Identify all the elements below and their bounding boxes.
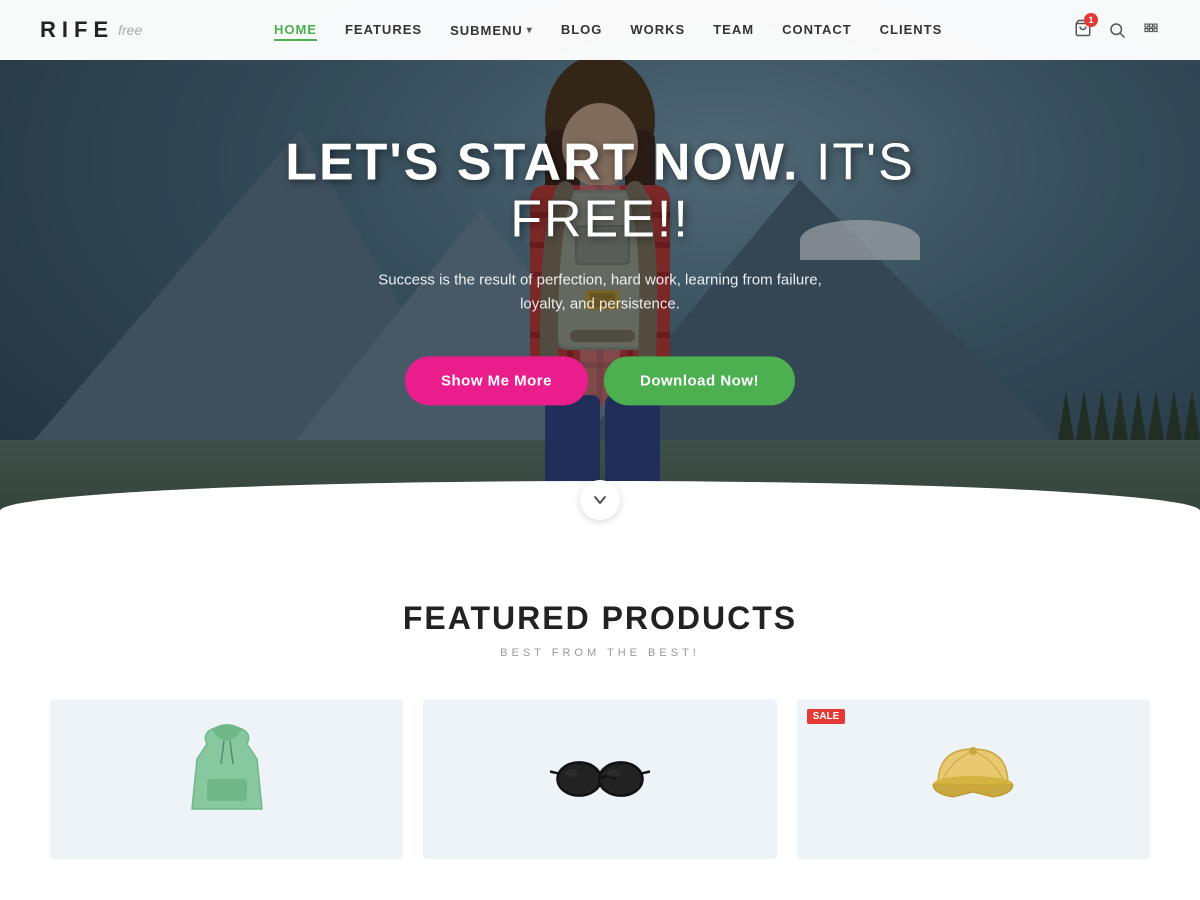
featured-subtitle: BEST FROM THE BEST!	[40, 647, 1160, 659]
chevron-down-icon	[593, 493, 607, 507]
nav-icons: 1	[1074, 19, 1160, 42]
hero-section: LET'S START NOW. IT'S FREE!! Success is …	[0, 0, 1200, 540]
hero-subtitle: Success is the result of perfection, har…	[360, 269, 840, 317]
product-card-2[interactable]	[423, 699, 776, 859]
show-more-button[interactable]: Show Me More	[405, 357, 588, 406]
hero-content: LET'S START NOW. IT'S FREE!! Success is …	[200, 134, 1000, 405]
nav-item-contact[interactable]: CONTACT	[782, 21, 852, 39]
products-grid: SALE	[50, 699, 1150, 859]
logo-rife-text: RIFE	[40, 17, 114, 43]
sunglasses-illustration	[550, 719, 650, 839]
cart-badge: 1	[1084, 13, 1098, 27]
featured-title: FEATURED PRODUCTS	[40, 600, 1160, 637]
nav-links: HOME FEATURES SUBMENU ▾ BLOG WORKS TEAM …	[274, 21, 942, 39]
download-now-button[interactable]: Download Now!	[604, 357, 795, 406]
featured-section: FEATURED PRODUCTS BEST FROM THE BEST!	[0, 540, 1200, 899]
nav-item-team[interactable]: TEAM	[713, 21, 754, 39]
hero-buttons: Show Me More Download Now!	[200, 357, 1000, 406]
nav-item-features[interactable]: FEATURES	[345, 21, 422, 39]
logo-free-text: free	[118, 22, 142, 38]
hoodie-illustration	[177, 719, 277, 839]
scroll-down-button[interactable]	[580, 480, 620, 520]
nav-link-blog[interactable]: BLOG	[561, 22, 603, 37]
product-card-1[interactable]	[50, 699, 403, 859]
nav-link-features[interactable]: FEATURES	[345, 22, 422, 37]
logo[interactable]: RIFE free	[40, 17, 142, 43]
nav-item-home[interactable]: HOME	[274, 21, 317, 39]
nav-link-submenu[interactable]: SUBMENU ▾	[450, 23, 533, 38]
cart-button[interactable]: 1	[1074, 19, 1092, 42]
nav-link-contact[interactable]: CONTACT	[782, 22, 852, 37]
nav-link-clients[interactable]: CLIENTS	[880, 22, 943, 37]
submenu-chevron-icon: ▾	[527, 25, 533, 36]
nav-link-team[interactable]: TEAM	[713, 22, 754, 37]
navbar: RIFE free HOME FEATURES SUBMENU ▾ BLOG W…	[0, 0, 1200, 60]
nav-link-works[interactable]: WORKS	[630, 22, 685, 37]
nav-item-blog[interactable]: BLOG	[561, 21, 603, 39]
product-card-3[interactable]: SALE	[797, 699, 1150, 859]
hat-illustration	[923, 719, 1023, 839]
nav-link-home[interactable]: HOME	[274, 22, 317, 41]
hero-title: LET'S START NOW. IT'S FREE!!	[200, 134, 1000, 248]
hero-title-bold: LET'S START NOW.	[285, 133, 799, 191]
nav-item-works[interactable]: WORKS	[630, 21, 685, 39]
wishlist-icon[interactable]	[1142, 21, 1160, 39]
nav-item-submenu[interactable]: SUBMENU ▾	[450, 23, 533, 38]
search-icon[interactable]	[1108, 21, 1126, 39]
sale-badge: SALE	[807, 709, 846, 724]
nav-item-clients[interactable]: CLIENTS	[880, 21, 943, 39]
